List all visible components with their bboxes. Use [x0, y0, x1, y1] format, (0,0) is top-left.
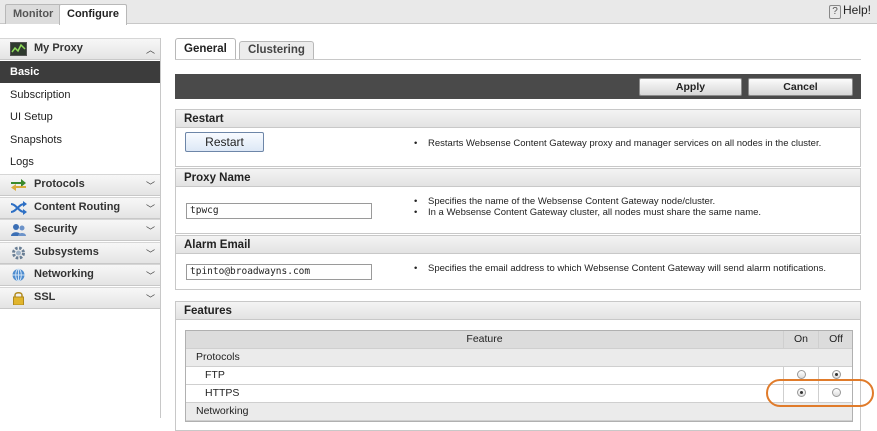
sidebar-item-logs[interactable]: Logs: [0, 151, 160, 173]
proxy-name-panel: Proxy Name tpwcg Specifies the name of t…: [175, 168, 861, 234]
sidebar-item-snapshots[interactable]: Snapshots: [0, 129, 160, 151]
features-table: Feature On Off Protocols FTP HTTPS Netwo…: [185, 330, 853, 422]
chevron-down-icon: ﹀: [145, 181, 155, 191]
sidebar-item-ui-setup[interactable]: UI Setup: [0, 106, 160, 128]
alarm-email-input[interactable]: tpinto@broadwayns.com: [186, 264, 372, 280]
group-label: Protocols: [196, 351, 240, 363]
alarm-email-desc-text: Specifies the email address to which Web…: [414, 263, 826, 274]
proxy-name-description: Specifies the name of the Websense Conte…: [414, 196, 761, 218]
sidebar-section-protocols[interactable]: Protocols ﹀: [0, 174, 160, 196]
tab-configure[interactable]: Configure: [59, 4, 127, 25]
alarm-email-description: Specifies the email address to which Web…: [414, 263, 826, 274]
col-off: Off: [818, 331, 853, 349]
restart-title: Restart: [176, 110, 860, 128]
sidebar-section-label: Networking: [34, 268, 94, 280]
sidebar-section-security[interactable]: Security ﹀: [0, 219, 160, 241]
col-feature: Feature: [466, 333, 503, 345]
alarm-email-panel: Alarm Email tpinto@broadwayns.com Specif…: [175, 235, 861, 290]
help-link[interactable]: ? Help!: [828, 3, 871, 19]
alarm-email-title: Alarm Email: [176, 236, 860, 254]
monitor-chart-icon: [10, 42, 27, 56]
top-bar: Monitor Configure ? Help!: [0, 0, 877, 25]
feature-name: FTP: [205, 369, 225, 381]
ftp-on-radio[interactable]: [796, 370, 806, 379]
network-globe-icon: [12, 268, 25, 282]
sidebar-section-label: My Proxy: [34, 42, 83, 54]
features-title: Features: [176, 302, 860, 320]
lock-icon: [13, 292, 24, 305]
group-networking: Networking: [186, 403, 852, 421]
tab-clustering[interactable]: Clustering: [239, 41, 314, 59]
sidebar-section-label: Subsystems: [34, 246, 99, 258]
restart-panel: Restart Restart Restarts Websense Conten…: [175, 109, 861, 167]
sidebar-section-content-routing[interactable]: Content Routing ﹀: [0, 197, 160, 219]
table-row-https: HTTPS: [186, 385, 852, 403]
sidebar-section-networking[interactable]: Networking ﹀: [0, 264, 160, 286]
gear-icon: [12, 246, 25, 260]
sidebar-section-label: Content Routing: [34, 201, 121, 213]
proxy-name-desc-1: Specifies the name of the Websense Conte…: [414, 196, 761, 207]
proxy-name-input[interactable]: tpwcg: [186, 203, 372, 219]
chevron-down-icon: ﹀: [145, 226, 155, 236]
features-table-header: Feature On Off: [186, 331, 852, 349]
sidebar: My Proxy ︿ Basic Subscription UI Setup S…: [0, 38, 161, 418]
chevron-down-icon: ﹀: [145, 204, 155, 214]
ftp-off-radio[interactable]: [831, 370, 841, 379]
chevron-down-icon: ﹀: [145, 271, 155, 281]
chevron-down-icon: ﹀: [145, 294, 155, 304]
group-protocols: Protocols: [186, 349, 852, 367]
help-icon: ?: [828, 5, 841, 19]
security-users-icon: [11, 224, 26, 236]
proxy-name-desc-2: In a Websense Content Gateway cluster, a…: [414, 207, 761, 218]
sidebar-section-label: Security: [34, 223, 78, 235]
routing-arrows-icon: [10, 201, 27, 215]
tab-divider: [175, 59, 861, 60]
group-label: Networking: [196, 405, 249, 417]
sidebar-section-my-proxy[interactable]: My Proxy ︿: [0, 38, 160, 60]
proxy-name-title: Proxy Name: [176, 169, 860, 187]
restart-button[interactable]: Restart: [185, 132, 264, 152]
cancel-button[interactable]: Cancel: [748, 78, 853, 96]
sidebar-section-label: Protocols: [34, 178, 85, 190]
sidebar-item-subscription[interactable]: Subscription: [0, 84, 160, 106]
sidebar-section-subsystems[interactable]: Subsystems ﹀: [0, 242, 160, 264]
restart-desc-text: Restarts Websense Content Gateway proxy …: [414, 138, 821, 149]
feature-name: HTTPS: [205, 387, 240, 399]
sidebar-item-basic[interactable]: Basic: [0, 61, 160, 83]
help-label: Help!: [842, 3, 871, 17]
tab-monitor[interactable]: Monitor: [5, 4, 62, 24]
restart-description: Restarts Websense Content Gateway proxy …: [414, 138, 821, 149]
chevron-up-icon: ︿: [145, 45, 155, 55]
table-row-ftp: FTP: [186, 367, 852, 385]
tab-general[interactable]: General: [175, 38, 236, 59]
sidebar-section-ssl[interactable]: SSL ﹀: [0, 287, 160, 309]
col-on: On: [783, 331, 818, 349]
apply-button[interactable]: Apply: [639, 78, 742, 96]
features-panel: Features Feature On Off Protocols FTP HT…: [175, 301, 861, 431]
protocols-arrows-icon: [11, 179, 26, 191]
highlight-annotation: [766, 379, 874, 407]
sidebar-section-label: SSL: [34, 291, 56, 303]
action-bar: Apply Cancel: [175, 74, 861, 99]
chevron-down-icon: ﹀: [145, 249, 155, 259]
